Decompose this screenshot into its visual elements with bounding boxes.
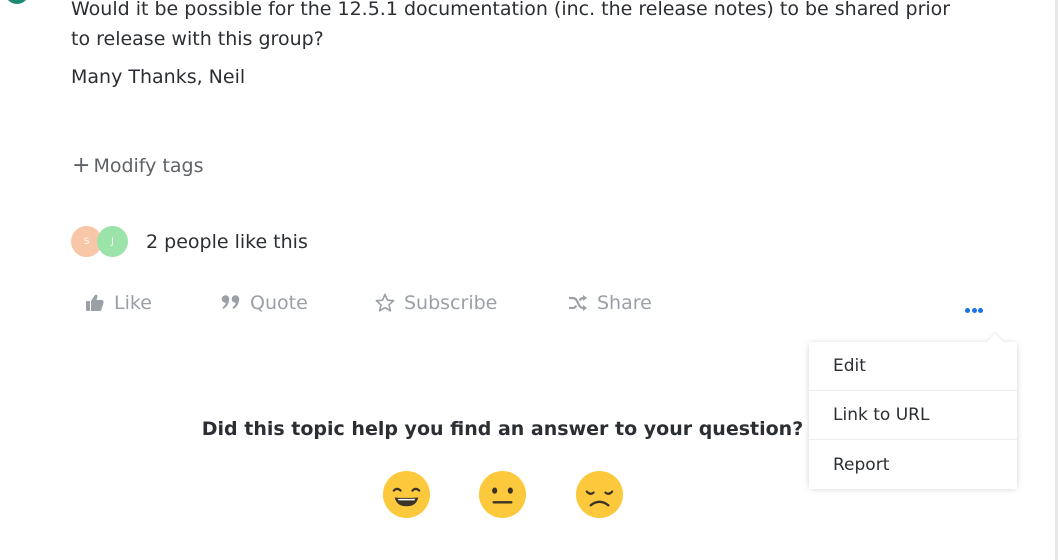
- subscribe-button[interactable]: Subscribe: [375, 292, 497, 314]
- quote-button[interactable]: Quote: [221, 292, 308, 314]
- author-avatar[interactable]: [5, 0, 29, 4]
- more-dots-icon: [971, 308, 977, 313]
- share-label: Share: [597, 292, 652, 314]
- share-button[interactable]: Share: [568, 292, 652, 314]
- plus-icon: +: [72, 153, 91, 178]
- sad-face-icon[interactable]: [575, 470, 624, 519]
- more-options-button[interactable]: [965, 298, 991, 313]
- like-label: Like: [114, 292, 152, 314]
- more-options-menu: Edit Link to URL Report: [809, 333, 1017, 489]
- happy-face-icon[interactable]: [382, 470, 431, 519]
- shuffle-icon: [569, 295, 587, 311]
- star-icon: [375, 293, 395, 312]
- likes-summary[interactable]: 2 people like this: [146, 231, 308, 253]
- post-signoff: Many Thanks, Neil: [71, 66, 246, 88]
- subscribe-label: Subscribe: [404, 292, 498, 314]
- likers-row: S J 2 people like this: [71, 226, 308, 257]
- feedback-question: Did this topic help you find an answer t…: [201, 418, 804, 440]
- liker-avatar[interactable]: J: [97, 226, 128, 257]
- thumbs-up-icon: [86, 294, 104, 311]
- menu-item-report[interactable]: Report: [809, 440, 1017, 489]
- more-dots-icon: [978, 308, 983, 313]
- neutral-face-icon[interactable]: [478, 470, 527, 519]
- menu-item-edit[interactable]: Edit: [809, 342, 1017, 391]
- post-body: Would it be possible for the 12.5.1 docu…: [71, 0, 951, 50]
- quote-icon: [221, 295, 240, 309]
- like-button[interactable]: Like: [85, 292, 152, 314]
- more-dots-icon: [965, 308, 970, 313]
- quote-label: Quote: [250, 292, 308, 314]
- modify-tags-link[interactable]: + Modify tags: [72, 153, 204, 178]
- modify-tags-label: Modify tags: [93, 155, 204, 177]
